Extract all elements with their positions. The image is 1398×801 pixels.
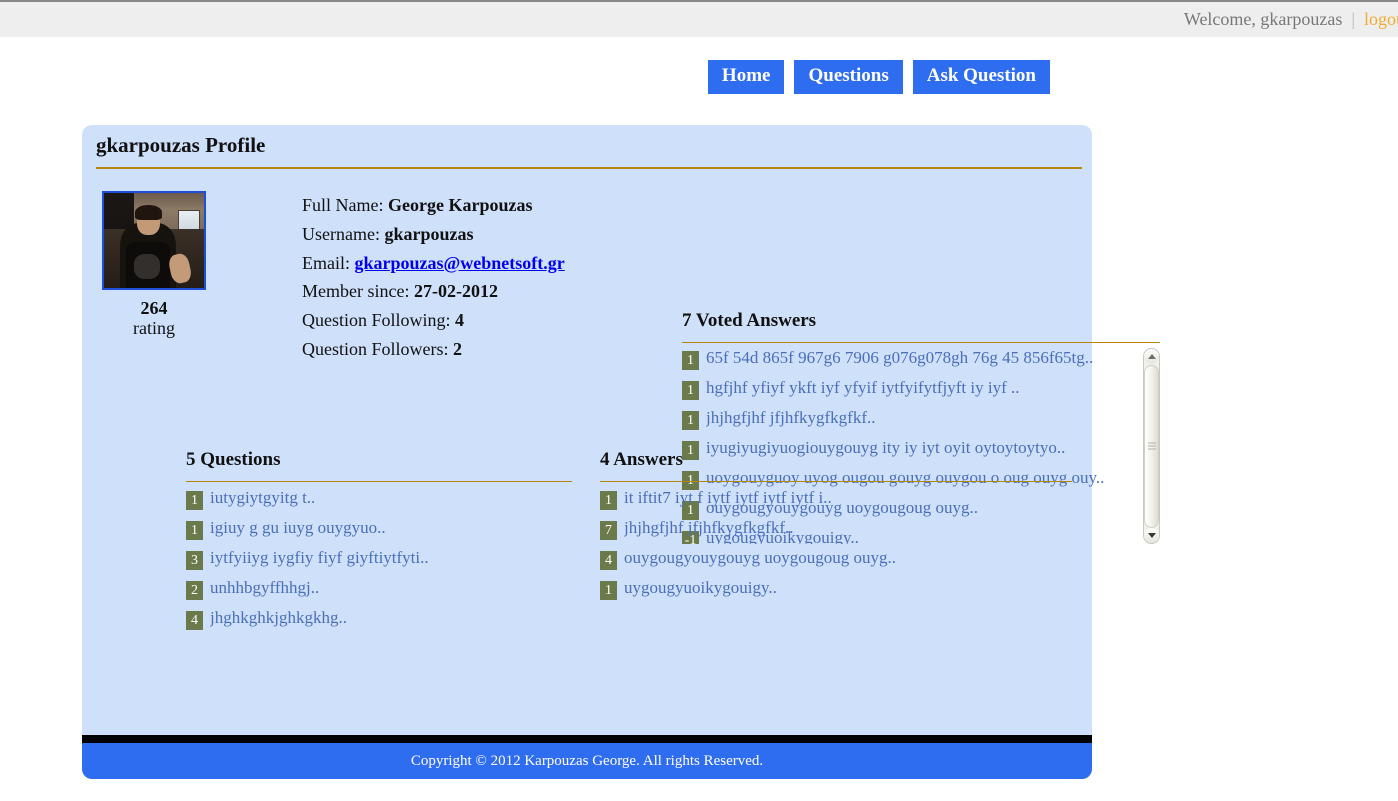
answer-link[interactable]: jhjhgfjhf jfjhfkygfkgfkf.. [624, 518, 794, 538]
avatar [102, 191, 206, 290]
voted-answer-link[interactable]: hgfjhf yfiyf ykft iyf yfyif iytfyifytfjy… [706, 378, 1020, 398]
vote-badge: 4 [186, 610, 203, 630]
question-link[interactable]: iutygiytgyitg t.. [210, 488, 315, 508]
field-full-name-label: Full Name: [302, 195, 384, 215]
question-link[interactable]: jhghkghkjghkgkhg.. [210, 608, 347, 628]
list-item[interactable]: 1 it iftit7 iyt f iytf iytf iytf iytf i.… [600, 488, 1082, 518]
field-username-value: gkarpouzas [384, 223, 474, 244]
questions-section: 5 Questions 1 iutygiytgyitg t.. 1 igiuy … [82, 449, 582, 638]
scrollbar-thumb[interactable] [1144, 364, 1159, 528]
answers-divider [600, 480, 1072, 482]
question-link[interactable]: igiuy g gu iuyg ouygyuo.. [210, 518, 386, 538]
scroll-up-arrow-icon[interactable] [1144, 348, 1159, 364]
list-item[interactable]: 1 jhjhgfjhf jfjhfkygfkgfkf.. [682, 408, 1138, 438]
rating-value: 264 [140, 298, 168, 318]
footer-divider-bar [82, 735, 1092, 743]
answer-link[interactable]: uygougyuoikygouigy.. [624, 578, 777, 598]
top-welcome-bar: Welcome, gkarpouzas | logout [0, 0, 1398, 37]
rating-label: rating [133, 318, 175, 339]
list-item[interactable]: 1 igiuy g gu iuyg ouygyuo.. [186, 518, 582, 548]
nav-ask-question-button[interactable]: Ask Question [912, 60, 1050, 94]
nav-home-button[interactable]: Home [707, 60, 785, 94]
field-full-name-value: George Karpouzas [388, 195, 533, 215]
list-item[interactable]: 4 ouygougyouygouyg uoygougoug ouyg.. [600, 548, 1082, 578]
field-question-followers-value: 2 [453, 338, 462, 359]
nav-questions-button[interactable]: Questions [794, 60, 903, 94]
vote-badge: 3 [186, 550, 203, 570]
bottom-columns: 5 Questions 1 iutygiytgyitg t.. 1 igiuy … [82, 449, 1092, 638]
field-question-followers-label: Question Followers: [302, 338, 449, 359]
page-title: gkarpouzas Profile [96, 133, 266, 157]
list-item[interactable]: 1 65f 54d 865f 967g6 7906 g076g078gh 76g… [682, 348, 1138, 378]
voted-answers-divider [682, 341, 1160, 343]
list-item[interactable]: 7 jhjhgfjhf jfjhfkygfkgfkf.. [600, 518, 1082, 548]
list-item[interactable]: 3 iytfyiiyg iygfiy fiyf giyftiytfyti.. [186, 548, 582, 578]
vote-badge: 7 [600, 520, 617, 540]
vote-badge: 1 [682, 380, 699, 400]
topbar-separator: | [1351, 9, 1355, 29]
vote-badge: 1 [186, 490, 203, 510]
field-member-since: Member since: 27-02-2012 [302, 277, 1092, 306]
answer-link[interactable]: it iftit7 iyt f iytf iytf iytf iytf i.. [624, 488, 832, 508]
vote-badge: 1 [682, 350, 699, 370]
answers-list: 1 it iftit7 iyt f iytf iytf iytf iytf i.… [600, 488, 1082, 608]
email-link[interactable]: gkarpouzas@webnetsoft.gr [355, 253, 565, 273]
voted-answer-link[interactable]: jhjhgfjhf jfjhfkygfkgfkf.. [706, 408, 876, 428]
list-item[interactable]: 1 hgfjhf yfiyf ykft iyf yfyif iytfyifytf… [682, 378, 1138, 408]
list-item[interactable]: 1 uygougyuoikygouigy.. [600, 578, 1082, 608]
main-navigation: Home Questions Ask Question [0, 60, 1092, 94]
question-link[interactable]: unhhbgyffhhgj.. [210, 578, 319, 598]
field-member-since-value: 27-02-2012 [413, 281, 498, 302]
voted-answer-link[interactable]: 65f 54d 865f 967g6 7906 g076g078gh 76g 4… [706, 348, 1093, 368]
field-question-following-label: Question Following: [302, 310, 451, 331]
welcome-text: Welcome, gkarpouzas [1183, 9, 1343, 29]
questions-divider [186, 480, 572, 482]
answers-section: 4 Answers 1 it iftit7 iyt f iytf iytf iy… [582, 449, 1082, 638]
field-member-since-label: Member since: [302, 281, 410, 302]
list-item[interactable]: 2 unhhbgyffhhgj.. [186, 578, 582, 608]
field-question-following-value: 4 [455, 310, 465, 331]
field-full-name: Full Name: George Karpouzas [302, 191, 1092, 220]
profile-panel: gkarpouzas Profile 264 rating Full Name:… [82, 125, 1160, 735]
questions-list: 1 iutygiytgyitg t.. 1 igiuy g gu iuyg ou… [186, 488, 582, 638]
field-email-label: Email: [302, 252, 350, 273]
field-email: Email: gkarpouzas@webnetsoft.gr [302, 249, 1092, 278]
top-bar-inner: Welcome, gkarpouzas | logout [1184, 9, 1398, 30]
list-item[interactable]: 4 jhghkghkjghkgkhg.. [186, 608, 582, 638]
footer: Copyright © 2012 Karpouzas George. All r… [82, 743, 1092, 779]
vote-badge: 1 [600, 580, 617, 600]
footer-copyright: Copyright © 2012 Karpouzas George. All r… [410, 752, 764, 769]
answers-heading: 4 Answers [600, 449, 683, 470]
questions-heading: 5 Questions [186, 449, 281, 470]
field-username: Username: gkarpouzas [302, 220, 1092, 249]
scrollbar-grip-icon [1148, 442, 1156, 450]
avatar-column: 264 rating [88, 191, 220, 364]
vote-badge: 4 [600, 550, 617, 570]
avatar-photo [104, 193, 204, 288]
logout-link[interactable]: logout [1364, 9, 1398, 30]
vote-badge: 1 [600, 490, 617, 510]
question-link[interactable]: iytfyiiyg iygfiy fiyf giyftiytfyti.. [210, 548, 429, 568]
vote-badge: 2 [186, 580, 203, 600]
scrollbar[interactable] [1143, 347, 1160, 544]
answer-link[interactable]: ouygougyouygouyg uoygougoug ouyg.. [624, 548, 896, 568]
voted-answers-heading: 7 Voted Answers [682, 310, 817, 331]
list-item[interactable]: 1 iutygiytgyitg t.. [186, 488, 582, 518]
vote-badge: 1 [186, 520, 203, 540]
scroll-down-arrow-icon[interactable] [1144, 527, 1159, 543]
field-username-label: Username: [302, 223, 380, 244]
vote-badge: 1 [682, 410, 699, 430]
